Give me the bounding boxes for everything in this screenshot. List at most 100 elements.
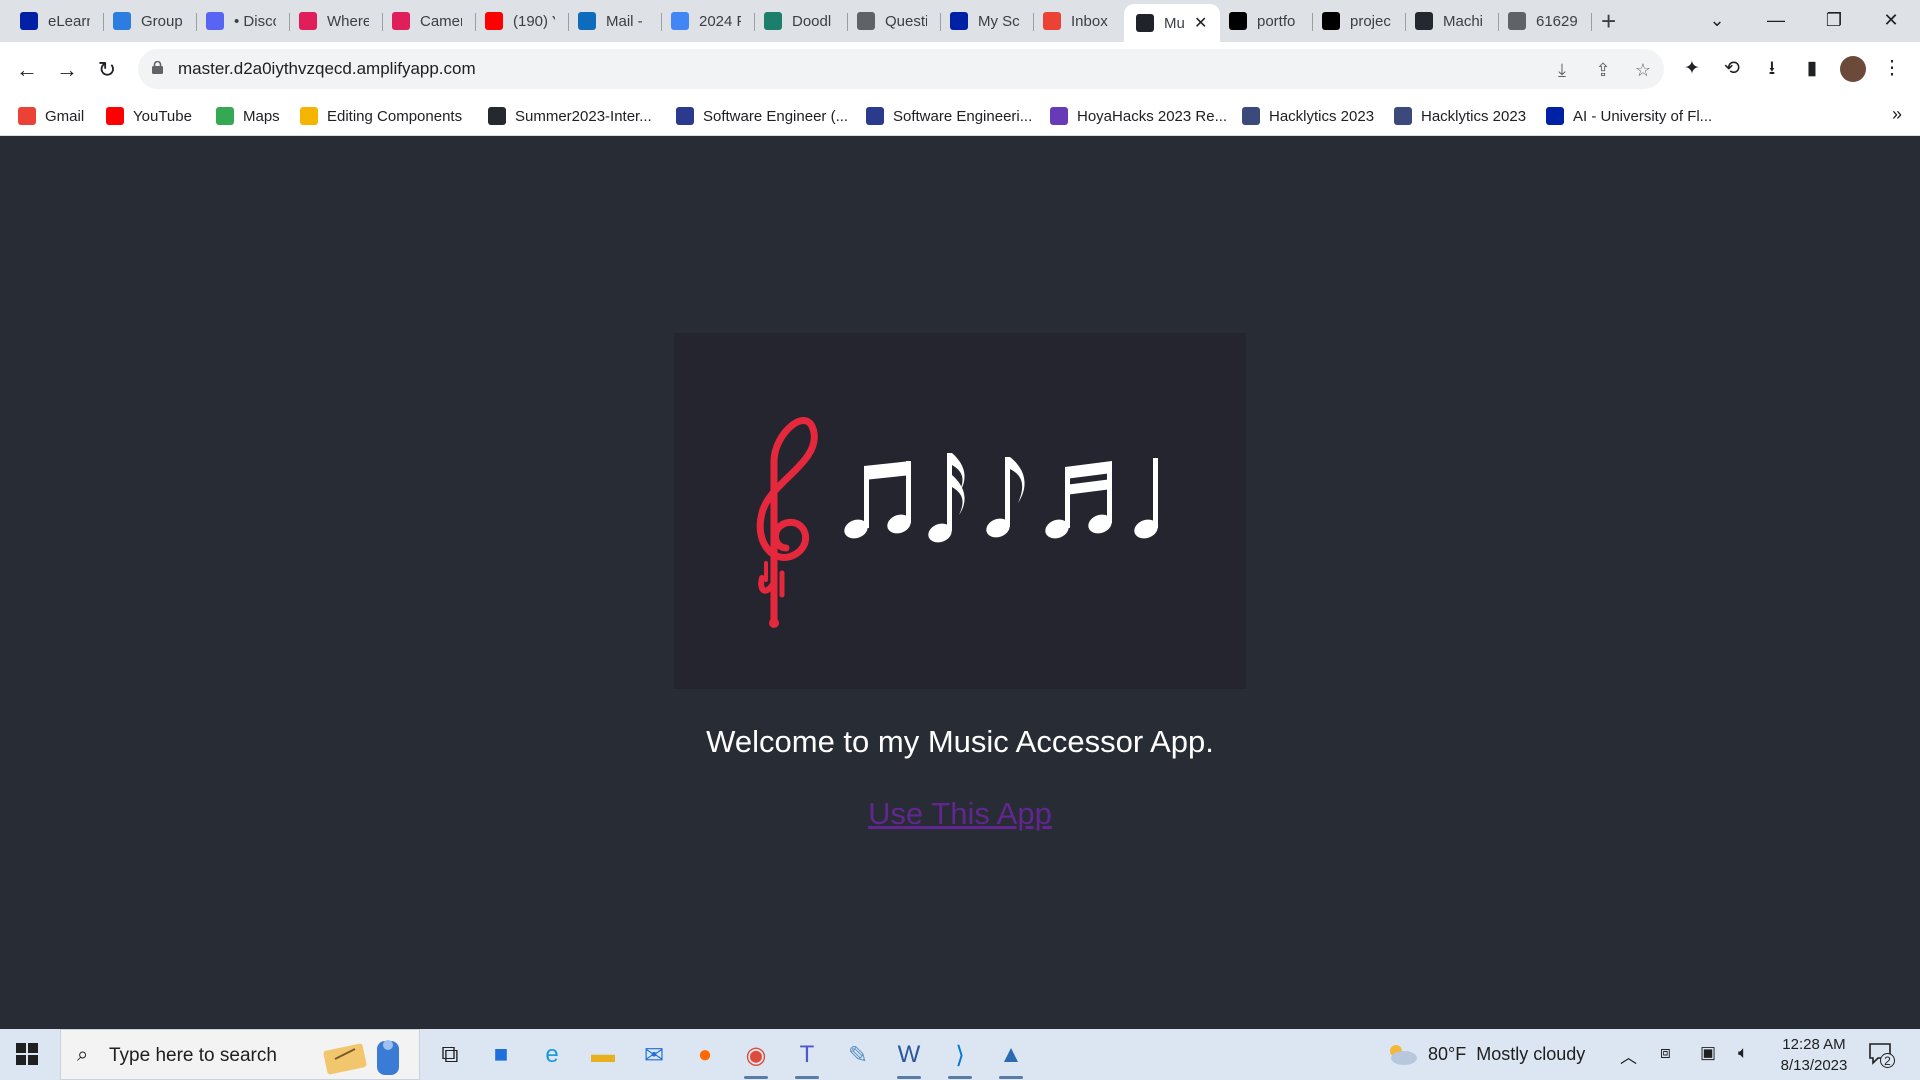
side-panel-icon[interactable]: ▮ [1797, 54, 1827, 84]
windows-start-icon[interactable] [16, 1043, 38, 1065]
use-this-app-link[interactable]: Use This App [868, 796, 1052, 831]
close-window-icon[interactable]: ✕ [1868, 4, 1914, 36]
bookmark-item[interactable]: Summer2023-Inter... [488, 107, 652, 125]
bookmark-item[interactable]: Software Engineer (... [676, 107, 848, 125]
github-icon [1415, 12, 1433, 30]
tab[interactable]: Group [101, 4, 197, 38]
use-app-link-wrapper: Use This App [0, 796, 1920, 832]
slack-icon [299, 12, 317, 30]
youtube-icon [106, 107, 124, 125]
tab-title: Doodl [792, 12, 832, 30]
tab[interactable]: • Disco [194, 4, 290, 38]
tab[interactable]: projec [1310, 4, 1406, 38]
tab-title: (190) Y [513, 12, 555, 30]
menu-icon[interactable]: ⋮ [1877, 54, 1907, 84]
firefox-icon[interactable]: ● [687, 1037, 723, 1073]
google-docs-icon [671, 12, 689, 30]
back-icon[interactable]: ← [11, 54, 43, 86]
tab[interactable]: Mail - [566, 4, 662, 38]
new-tab-button[interactable]: + [1601, 8, 1616, 34]
minimize-icon[interactable]: — [1753, 4, 1799, 36]
taskbar-clock[interactable]: 12:28 AM 8/13/2023 [1772, 1034, 1856, 1076]
grid-icon [300, 107, 318, 125]
tab[interactable]: portfo [1217, 4, 1313, 38]
vercel-icon [1229, 12, 1247, 30]
tab-title: Mail - [606, 12, 643, 30]
extension-icon[interactable]: ⟲ [1717, 54, 1747, 84]
bookmark-item[interactable]: YouTube [106, 107, 192, 125]
tab[interactable]: Inbox [1031, 4, 1127, 38]
maps-icon [216, 107, 234, 125]
tab-strip: eLearn Group • Disco Where Camer (190) Y Mail … [0, 0, 1920, 42]
word-icon[interactable]: W [891, 1037, 927, 1079]
address-bar[interactable]: master.d2a0iythvzqecd.amplifyapp.com ⤓ ⇪… [138, 49, 1664, 89]
chrome-icon[interactable]: ◉ [738, 1037, 774, 1079]
restore-icon[interactable]: ❐ [1811, 4, 1857, 36]
bookmark-label: HoyaHacks 2023 Re... [1077, 107, 1228, 125]
bookmark-label: AI - University of Fl... [1573, 107, 1713, 125]
globe-icon [1508, 12, 1526, 30]
task-view-icon[interactable]: ⧉ [432, 1037, 468, 1073]
tab[interactable]: Where [287, 4, 383, 38]
form-icon [1050, 107, 1068, 125]
discord-icon [206, 12, 224, 30]
forward-icon[interactable]: → [51, 54, 83, 86]
bookmark-item[interactable]: Editing Components [300, 107, 462, 125]
edge-icon[interactable]: e [534, 1037, 570, 1073]
browser-toolbar: ← → ↻ master.d2a0iythvzqecd.amplifyapp.c… [0, 42, 1920, 98]
tab-title: Camer [420, 12, 462, 30]
taskbar-search[interactable]: ⌕ Type here to search [60, 1029, 420, 1080]
tab-title: eLearn [48, 12, 90, 30]
tab[interactable]: eLearn [8, 4, 104, 38]
bookmark-item[interactable]: AI - University of Fl... [1546, 107, 1712, 125]
globe-icon [1394, 107, 1412, 125]
bookmark-item[interactable]: Software Engineeri... [866, 107, 1032, 125]
tab[interactable]: (190) Y [473, 4, 569, 38]
microsoft-store-icon[interactable]: ■ [483, 1037, 519, 1073]
bookmark-item[interactable]: Hacklytics 2023 [1242, 107, 1374, 125]
tab-search-icon[interactable]: ⌄ [1694, 4, 1740, 36]
lock-icon [152, 61, 163, 74]
tab[interactable]: 2024 F [659, 4, 755, 38]
extensions-icon[interactable]: ✦ [1677, 54, 1707, 84]
install-app-icon[interactable]: ⤓ [1549, 57, 1575, 83]
tab[interactable]: My Sc [938, 4, 1034, 38]
meet-now-icon[interactable]: ⧈ [1660, 1043, 1671, 1063]
bookmark-item[interactable]: HoyaHacks 2023 Re... [1050, 107, 1227, 125]
tab[interactable]: Questi [845, 4, 941, 38]
tab-title: 61629 [1536, 12, 1578, 30]
music-notes-logo [674, 333, 1246, 689]
bookmark-item[interactable]: Gmail [18, 107, 84, 125]
bookmark-star-icon[interactable]: ☆ [1630, 57, 1656, 83]
share-icon[interactable]: ⇪ [1590, 57, 1616, 83]
groupme-icon [113, 12, 131, 30]
volume-icon[interactable]: 🔈︎ [1738, 1043, 1748, 1063]
file-explorer-icon[interactable]: ▬ [585, 1037, 621, 1073]
tab-title: Group [141, 12, 183, 30]
teams-icon[interactable]: T [789, 1037, 825, 1079]
bookmark-label: YouTube [133, 107, 192, 125]
tab[interactable]: Camer [380, 4, 476, 38]
network-icon[interactable]: ▣ [1700, 1043, 1716, 1063]
tab[interactable]: Machi [1403, 4, 1499, 38]
show-hidden-icons-icon[interactable]: ︿ [1620, 1043, 1637, 1068]
bookmark-item[interactable]: Maps [216, 107, 280, 125]
photos-icon[interactable]: ▲ [993, 1037, 1029, 1079]
weather-widget[interactable]: 80°F Mostly cloudy [1386, 1042, 1585, 1066]
mail-icon[interactable]: ✉ [636, 1037, 672, 1073]
profile-avatar[interactable] [1840, 56, 1866, 82]
close-tab-icon[interactable]: ✕ [1194, 13, 1207, 33]
tab[interactable]: Doodl [752, 4, 848, 38]
music-notes-icon [844, 453, 1158, 543]
tab[interactable]: Mu ✕ [1124, 4, 1220, 42]
react-icon [1136, 14, 1154, 32]
notepad-icon[interactable]: ✎ [840, 1037, 876, 1073]
downloads-icon[interactable]: ⭳ [1757, 54, 1787, 84]
plane-icon [866, 107, 884, 125]
vscode-icon[interactable]: ⟩ [942, 1037, 978, 1079]
bookmark-item[interactable]: Hacklytics 2023 [1394, 107, 1526, 125]
tab[interactable]: 61629 [1496, 4, 1592, 38]
bookmark-label: Gmail [45, 107, 85, 125]
more-bookmarks-icon[interactable]: » [1892, 104, 1902, 125]
reload-icon[interactable]: ↻ [91, 54, 123, 86]
